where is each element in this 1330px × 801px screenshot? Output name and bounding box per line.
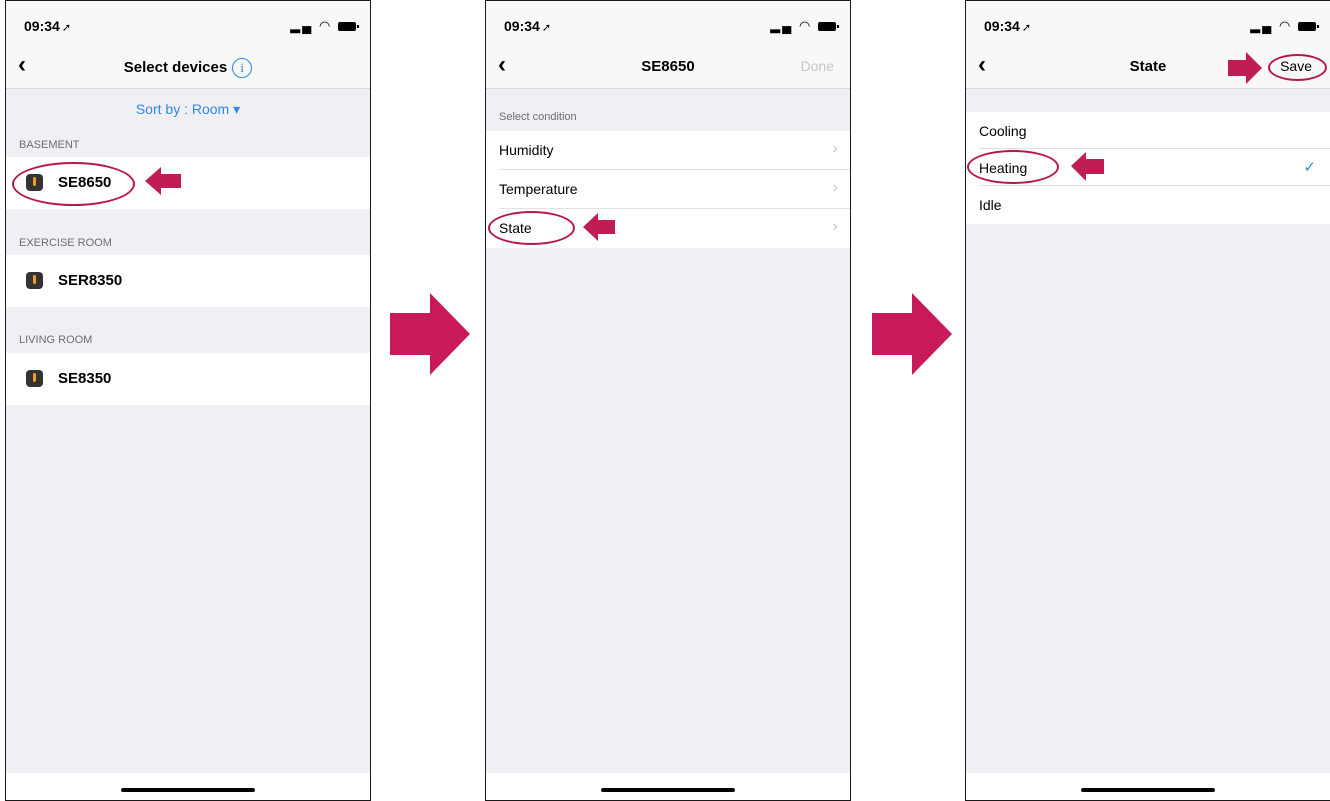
section-header-living-room: LIVING ROOM: [19, 334, 93, 346]
status-bar: 09:34 ➚ ▂▄ ◠: [486, 1, 850, 41]
next-step-arrow-icon: [390, 293, 470, 375]
highlight-ellipse: [1268, 54, 1327, 81]
screen-state: 09:34 ➚ ▂▄ ◠ ‹ State Save Cooling Heating…: [965, 0, 1330, 801]
device-row-se8350[interactable]: SE8350: [6, 353, 370, 405]
done-button[interactable]: Done: [801, 58, 834, 74]
sort-dropdown[interactable]: Sort by : Room ▾: [6, 101, 370, 118]
condition-row-humidity[interactable]: Humidity ›: [486, 131, 850, 170]
status-time: 09:34 ➚: [984, 18, 1032, 34]
status-bar: 09:34 ➚ ▂▄ ◠: [966, 1, 1330, 41]
state-option-label: Idle: [979, 197, 1002, 213]
section-header-select-condition: Select condition: [499, 111, 577, 123]
next-step-arrow-icon: [872, 293, 952, 375]
home-indicator-area: [966, 773, 1330, 800]
nav-bar: ‹ Select devices i: [6, 41, 370, 89]
signal-icon: ▂▄: [770, 18, 794, 33]
wifi-icon: ◠: [319, 18, 333, 33]
screen-select-condition: 09:34 ➚ ▂▄ ◠ ‹ SE8650 Done Select conditi…: [485, 0, 851, 801]
status-icons: ▂▄ ◠: [290, 18, 359, 34]
battery-icon: [1298, 22, 1319, 32]
home-indicator-area: [486, 773, 850, 800]
checkmark-icon: ✓: [1303, 159, 1316, 176]
pointer-arrow-icon: [1071, 152, 1104, 181]
wifi-icon: ◠: [1279, 18, 1293, 33]
info-icon[interactable]: i: [232, 58, 253, 78]
home-indicator: [121, 788, 255, 792]
battery-icon: [818, 22, 839, 32]
nav-bar: ‹ SE8650 Done: [486, 41, 850, 89]
section-header-exercise-room: EXERCISE ROOM: [19, 237, 112, 249]
pointer-arrow-icon: [583, 213, 615, 241]
highlight-ellipse: [967, 150, 1059, 184]
thermostat-icon: [26, 272, 43, 289]
chevron-right-icon: ›: [832, 179, 838, 196]
device-row-ser8350[interactable]: SER8350: [6, 255, 370, 307]
condition-label: Humidity: [499, 142, 554, 158]
status-time: 09:34 ➚: [24, 18, 72, 34]
home-indicator-area: [6, 773, 370, 800]
condition-label: Temperature: [499, 181, 578, 197]
page-title: Select devices i: [6, 58, 370, 78]
device-name: SE8350: [58, 370, 112, 387]
location-arrow-icon: ➚: [1021, 22, 1032, 34]
home-indicator: [1081, 788, 1215, 792]
highlight-ellipse: [488, 211, 575, 245]
caret-down-icon: ▾: [233, 101, 241, 117]
chevron-right-icon: ›: [832, 218, 838, 235]
pointer-arrow-right-icon: [1228, 52, 1262, 84]
thermostat-icon: [26, 370, 43, 387]
screen-select-devices: 09:34 ➚ ▂▄ ◠ ‹ Select devices i Sort by : …: [5, 0, 371, 801]
status-icons: ▂▄ ◠: [770, 18, 839, 34]
signal-icon: ▂▄: [290, 18, 314, 33]
condition-row-temperature[interactable]: Temperature ›: [486, 170, 850, 209]
state-option-idle[interactable]: Idle: [966, 186, 1330, 224]
page-title: SE8650: [641, 58, 695, 75]
home-indicator: [601, 788, 735, 792]
signal-icon: ▂▄: [1250, 18, 1274, 33]
location-arrow-icon: ➚: [61, 22, 72, 34]
state-option-cooling[interactable]: Cooling: [966, 112, 1330, 149]
status-icons: ▂▄ ◠: [1250, 18, 1319, 34]
wifi-icon: ◠: [799, 18, 813, 33]
device-name: SER8350: [58, 272, 123, 289]
status-bar: 09:34 ➚ ▂▄ ◠: [6, 1, 370, 41]
chevron-right-icon: ›: [832, 140, 838, 157]
state-option-label: Cooling: [979, 123, 1027, 139]
section-header-basement: BASEMENT: [19, 139, 80, 151]
location-arrow-icon: ➚: [541, 22, 552, 34]
pointer-arrow-icon: [145, 167, 181, 195]
status-time: 09:34 ➚: [504, 18, 552, 34]
battery-icon: [338, 22, 359, 32]
highlight-ellipse: [12, 162, 135, 206]
